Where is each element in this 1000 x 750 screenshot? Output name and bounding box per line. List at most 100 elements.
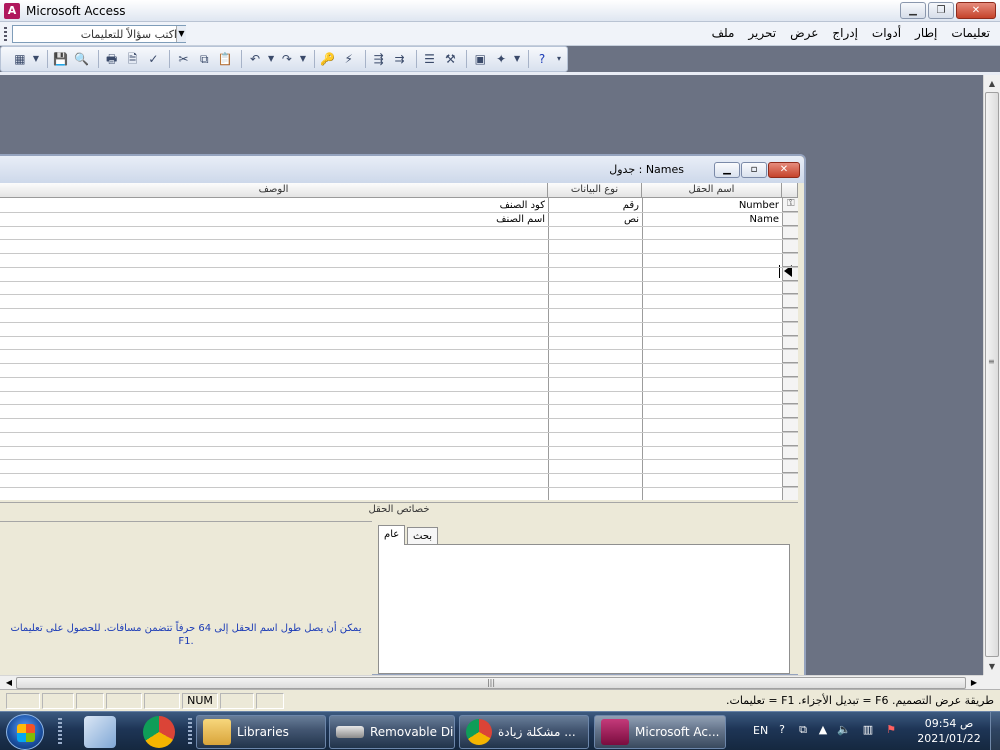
column-header-data-type[interactable]: نوع البيانات <box>548 183 642 198</box>
table-maximize-button[interactable]: ▫ <box>741 162 767 178</box>
cut-icon[interactable]: ✂ <box>174 50 192 68</box>
redo-icon[interactable]: ↷ <box>278 50 296 68</box>
print-icon[interactable]: 🖶 <box>103 50 121 68</box>
toolbar-options-icon[interactable]: ▾ <box>554 50 564 68</box>
help-tray-icon[interactable]: ? <box>775 723 789 737</box>
column-header-description[interactable]: الوصف <box>0 183 548 198</box>
volume-icon[interactable]: 🔈 <box>837 723 851 737</box>
menubar-grip[interactable] <box>4 27 7 41</box>
tab-general[interactable]: عام <box>378 525 406 545</box>
task-libraries[interactable]: Libraries <box>196 715 326 749</box>
access-app-icon[interactable]: A <box>4 2 20 19</box>
horizontal-scrollbar[interactable]: ◀ ||| ▶ <box>0 675 983 689</box>
field-name-cell[interactable]: Number <box>644 199 779 212</box>
description-cell[interactable]: كود الصنف <box>2 199 545 212</box>
menu-edit[interactable]: تحرير <box>748 26 776 40</box>
show-desktop-quicklaunch-icon[interactable] <box>84 716 116 748</box>
menu-file[interactable]: ملف <box>712 26 735 40</box>
row-selector[interactable] <box>782 459 798 473</box>
vertical-scroll-thumb[interactable] <box>985 92 999 657</box>
search-file-icon[interactable]: 🔍 <box>73 50 91 68</box>
row-selector[interactable] <box>782 294 798 308</box>
scroll-up-icon[interactable]: ▲ <box>984 75 1000 92</box>
chrome-icon[interactable] <box>143 716 175 748</box>
new-object-icon[interactable]: ✦ <box>492 50 510 68</box>
network-icon[interactable]: ▥ <box>861 723 875 737</box>
table-window-title-bar[interactable]: Names : جدول ✕ ▫ ▁ <box>0 156 804 183</box>
minimize-button[interactable]: ▁ <box>900 2 926 19</box>
row-selector[interactable] <box>782 335 798 349</box>
row-selector[interactable] <box>782 322 798 336</box>
menu-tools[interactable]: أدوات <box>872 26 901 40</box>
network-tray-icon[interactable]: ⧉ <box>796 723 810 737</box>
table-minimize-button[interactable]: ▁ <box>714 162 740 178</box>
row-selector[interactable] <box>782 280 798 294</box>
indexes-icon[interactable]: ⚡ <box>340 50 358 68</box>
column-header-field-name[interactable]: اسم الحقل <box>642 183 782 198</box>
menu-view[interactable]: عرض <box>790 26 818 40</box>
action-center-icon[interactable]: ⚑ <box>884 723 898 737</box>
field-name-cell[interactable]: Name <box>644 213 779 226</box>
help-icon[interactable]: ? <box>533 50 551 68</box>
show-desktop-button[interactable] <box>990 712 1000 750</box>
restore-button[interactable]: ❐ <box>928 2 954 19</box>
task-chrome[interactable]: مشكلة زيادة ... <box>459 715 589 749</box>
data-type-cell[interactable]: رقم <box>550 199 639 212</box>
spelling-icon[interactable]: ✓ <box>145 50 163 68</box>
row-selector[interactable] <box>782 308 798 322</box>
clock[interactable]: 09:54 ص 2021/01/22 <box>912 716 986 746</box>
undo-dropdown-icon[interactable]: ▼ <box>267 50 275 68</box>
row-selector[interactable] <box>782 239 798 253</box>
vertical-scrollbar[interactable]: ▲ ≡ ▼ <box>983 75 1000 675</box>
data-type-cell[interactable]: نص <box>550 213 639 226</box>
row-selector[interactable] <box>782 212 798 226</box>
properties-icon[interactable]: ☰ <box>421 50 439 68</box>
task-microsoft-access[interactable]: Microsoft Ac... <box>594 715 726 749</box>
scroll-left-icon[interactable]: ◀ <box>2 676 16 690</box>
task-removable-disk[interactable]: Removable Di... <box>329 715 455 749</box>
row-selector[interactable] <box>782 349 798 363</box>
database-window-icon[interactable]: ▣ <box>471 50 489 68</box>
row-selector[interactable] <box>782 390 798 404</box>
table-close-button[interactable]: ✕ <box>768 162 800 178</box>
primary-key-icon[interactable]: 🔑 <box>319 50 337 68</box>
row-selector[interactable] <box>782 225 798 239</box>
save-icon[interactable]: 💾 <box>52 50 70 68</box>
row-selector[interactable] <box>782 473 798 487</box>
close-button[interactable]: ✕ <box>956 2 996 19</box>
insert-rows-icon[interactable]: ⇶ <box>370 50 388 68</box>
view-icon[interactable]: ▦ <box>11 50 29 68</box>
scroll-right-icon[interactable]: ▶ <box>967 676 981 690</box>
language-indicator[interactable]: EN <box>753 724 768 737</box>
help-box-dropdown-icon[interactable]: ▼ <box>176 26 186 42</box>
description-cell[interactable]: اسم الصنف <box>2 213 545 226</box>
copy-icon[interactable]: ⧉ <box>195 50 213 68</box>
show-hidden-icons-icon[interactable]: ▲ <box>816 723 830 737</box>
row-selector[interactable] <box>782 363 798 377</box>
row-selector[interactable] <box>782 418 798 432</box>
menu-window[interactable]: إطار <box>915 26 937 40</box>
paste-icon[interactable]: 📋 <box>216 50 234 68</box>
menu-insert[interactable]: إدراج <box>832 26 858 40</box>
row-selector[interactable] <box>782 377 798 391</box>
row-selector[interactable] <box>782 487 798 500</box>
start-button[interactable] <box>6 714 44 750</box>
delete-rows-icon[interactable]: ⇉ <box>391 50 409 68</box>
row-selector[interactable] <box>782 445 798 459</box>
row-selector[interactable] <box>782 432 798 446</box>
new-object-dropdown-icon[interactable]: ▼ <box>513 50 521 68</box>
help-question-box[interactable]: ▼ اكتب سؤالاً للتعليمات <box>12 25 186 43</box>
build-icon[interactable]: ⚒ <box>441 50 459 68</box>
row-selector[interactable] <box>782 253 798 267</box>
view-dropdown-icon[interactable]: ▼ <box>32 50 40 68</box>
row-selector[interactable] <box>782 267 798 281</box>
scroll-down-icon[interactable]: ▼ <box>984 658 1000 675</box>
row-selector[interactable] <box>782 198 798 212</box>
horizontal-scroll-thumb[interactable]: ||| <box>16 677 966 689</box>
row-selector[interactable] <box>782 404 798 418</box>
field-design-grid: الوصف نوع البيانات اسم الحقل ⚿ Number رق… <box>0 183 798 500</box>
undo-icon[interactable]: ↶ <box>246 50 264 68</box>
menu-help[interactable]: تعليمات <box>951 26 990 40</box>
print-preview-icon[interactable]: 🗎 <box>124 50 142 68</box>
redo-dropdown-icon[interactable]: ▼ <box>299 50 307 68</box>
